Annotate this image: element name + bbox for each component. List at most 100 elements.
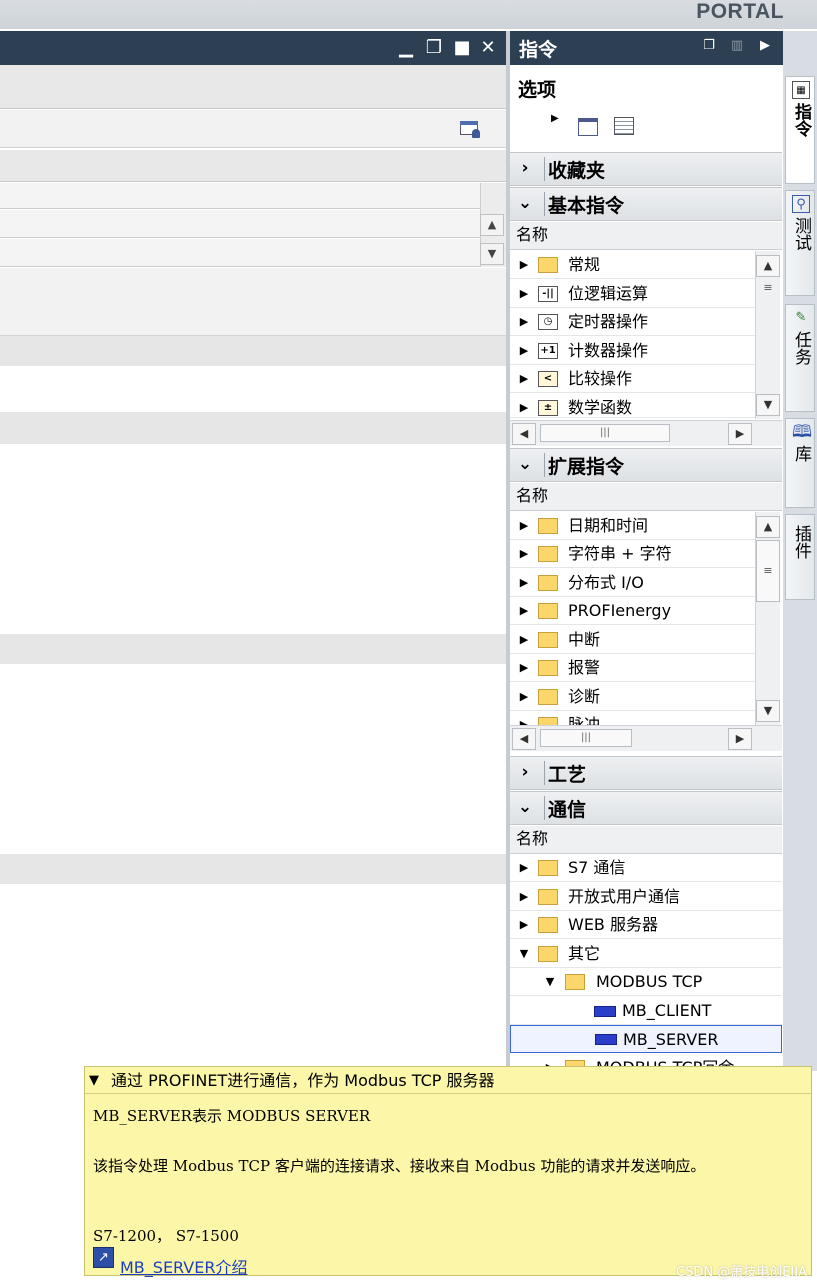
help-link[interactable]: MB_SERVER介绍 [120,1254,247,1278]
options-expand-icon[interactable]: ▶ [551,113,559,124]
scroll-thumb[interactable]: ≡ [759,281,777,303]
expand-arrow-icon[interactable]: ▶ [518,337,530,365]
view-list-icon[interactable] [614,117,634,135]
scroll-left-icon[interactable]: ◀ [512,423,536,445]
scroll-left-icon[interactable]: ◀ [512,728,536,750]
tree-item[interactable]: ▶ 字符串 + 字符 [510,540,755,568]
scroll-thumb[interactable]: ||| [540,424,670,442]
restore-icon[interactable]: ❐ [424,38,444,58]
section-basic-instructions[interactable]: ⌄ 基本指令 [510,187,782,221]
tree-item[interactable]: ▶ 分布式 I/O [510,569,755,597]
expand-arrow-icon[interactable]: ▶ [518,683,530,711]
collapse-panel-icon[interactable]: ▶ [758,39,772,53]
tree-item[interactable]: ▶ 日期和时间 [510,512,755,540]
scroll-down-icon[interactable]: ▼ [756,394,780,416]
expand-arrow-icon[interactable]: ▶ [518,394,530,417]
section-communication[interactable]: ⌄ 通信 [510,791,782,825]
section-technology[interactable]: › 工艺 [510,756,782,790]
tree-item[interactable]: ▶ 报警 [510,654,755,682]
tree-item[interactable]: ▶ < 比较操作 [510,365,755,393]
column-header[interactable]: 名称 [510,222,782,250]
expand-arrow-icon[interactable]: ▶ [544,1054,556,1066]
section-extended-instructions[interactable]: ⌄ 扩展指令 [510,448,782,482]
scroll-up-icon[interactable]: ▲ [756,255,780,277]
expand-arrow-icon[interactable]: ▶ [518,654,530,682]
editor-row [0,210,480,238]
tree-item[interactable]: ▶ +1 计数器操作 [510,337,755,365]
tree-item[interactable]: ▼ 其它 [510,940,782,968]
editor-view-icon[interactable] [458,119,482,141]
chevron-down-icon[interactable]: ⌄ [516,797,534,817]
network-header[interactable] [0,336,508,366]
tree-item[interactable]: ▶ 常规 [510,251,755,279]
expand-arrow-icon[interactable]: ▶ [518,569,530,597]
network-header[interactable] [0,412,508,444]
help-link-icon[interactable]: ↗ [93,1247,114,1268]
tree-item[interactable]: ▶ S7 通信 [510,854,782,882]
extended-vertical-scrollbar[interactable]: ▲ ≡ ▼ [755,512,780,725]
scroll-up-icon[interactable]: ▲ [756,516,780,538]
chevron-right-icon[interactable]: › [516,762,534,782]
editor-toolbar-strip [0,65,508,109]
collapse-arrow-icon[interactable]: ▼ [544,968,556,996]
side-tab-tasks[interactable]: ✎ 任务 [785,304,815,412]
expand-arrow-icon[interactable]: ▶ [518,911,530,939]
expand-arrow-icon[interactable]: ▶ [518,308,530,336]
scroll-right-icon[interactable]: ▶ [728,728,752,750]
tree-item[interactable]: ▶ ◷ 定时器操作 [510,308,755,336]
tree-item[interactable]: ▶ PROFIenergy [510,597,755,625]
tree-item-selected[interactable]: MB_SERVER [510,1025,782,1053]
chevron-down-icon[interactable]: ⌄ [516,454,534,474]
expand-arrow-icon[interactable]: ▶ [518,251,530,279]
side-tab-test[interactable]: ⚲ 测试 [785,190,815,296]
extended-horizontal-scrollbar[interactable]: ◀ ||| ▶ [510,725,782,751]
tree-item[interactable]: ▶ MODBUS TCP冗余 [510,1054,782,1066]
split-icon[interactable]: ▥ [730,39,744,53]
tree-item[interactable]: ▶ 中断 [510,626,755,654]
network-header[interactable] [0,634,508,664]
expand-arrow-icon[interactable]: ▶ [518,626,530,654]
scroll-right-icon[interactable]: ▶ [728,423,752,445]
expand-arrow-icon[interactable]: ▶ [518,711,530,725]
close-icon[interactable]: ✕ [478,38,498,58]
column-header[interactable]: 名称 [510,826,782,854]
scroll-thumb[interactable]: ||| [540,729,632,747]
tree-item[interactable]: ▼ MODBUS TCP [510,968,782,996]
basic-vertical-scrollbar[interactable]: ▲ ≡ ▼ [755,251,780,419]
expand-arrow-icon[interactable]: ▶ [518,883,530,911]
float-icon[interactable]: ❐ [702,39,716,53]
side-tab-instructions[interactable]: ▦ 指令 [785,76,815,184]
chevron-right-icon[interactable]: › [516,158,534,178]
side-tab-library[interactable]: 🕮 库 [785,418,815,508]
expand-arrow-icon[interactable]: ▶ [518,854,530,882]
expand-arrow-icon[interactable]: ▶ [518,280,530,308]
scroll-down-icon[interactable]: ▼ [480,243,504,265]
tree-item[interactable]: ▶ -|| 位逻辑运算 [510,280,755,308]
scroll-up-icon[interactable]: ▲ [480,214,504,236]
side-tab-plugins[interactable]: 插件 [785,514,815,600]
scroll-thumb[interactable]: ≡ [756,540,780,602]
tree-item[interactable]: ▶ 诊断 [510,683,755,711]
tree-item[interactable]: ▶ ± 数学函数 [510,394,755,418]
collapse-arrow-icon[interactable]: ▼ [518,940,530,968]
tree-item[interactable]: ▶ 脉冲 [510,711,755,725]
side-tab-label: 指令 [791,103,811,137]
collapse-arrow-icon[interactable]: ▼ [89,1067,99,1094]
expand-arrow-icon[interactable]: ▶ [518,512,530,540]
column-header[interactable]: 名称 [510,483,782,511]
view-single-icon[interactable] [578,118,598,136]
maximize-icon[interactable]: ■ [452,38,472,58]
expand-arrow-icon[interactable]: ▶ [518,365,530,393]
scroll-down-icon[interactable]: ▼ [756,700,780,722]
tree-item[interactable]: ▶ WEB 服务器 [510,911,782,939]
chevron-down-icon[interactable]: ⌄ [516,193,534,213]
network-header[interactable] [0,854,508,884]
section-favorites[interactable]: › 收藏夹 [510,152,782,186]
tree-item[interactable]: MB_CLIENT [510,997,782,1025]
minimize-icon[interactable]: ▁ [396,38,416,58]
tree-item[interactable]: ▶ 开放式用户通信 [510,883,782,911]
basic-horizontal-scrollbar[interactable]: ◀ ||| ▶ [510,420,782,446]
expand-arrow-icon[interactable]: ▶ [518,597,530,625]
tooltip-header[interactable]: ▼ 通过 PROFINET进行通信，作为 Modbus TCP 服务器 [85,1067,811,1094]
expand-arrow-icon[interactable]: ▶ [518,540,530,568]
